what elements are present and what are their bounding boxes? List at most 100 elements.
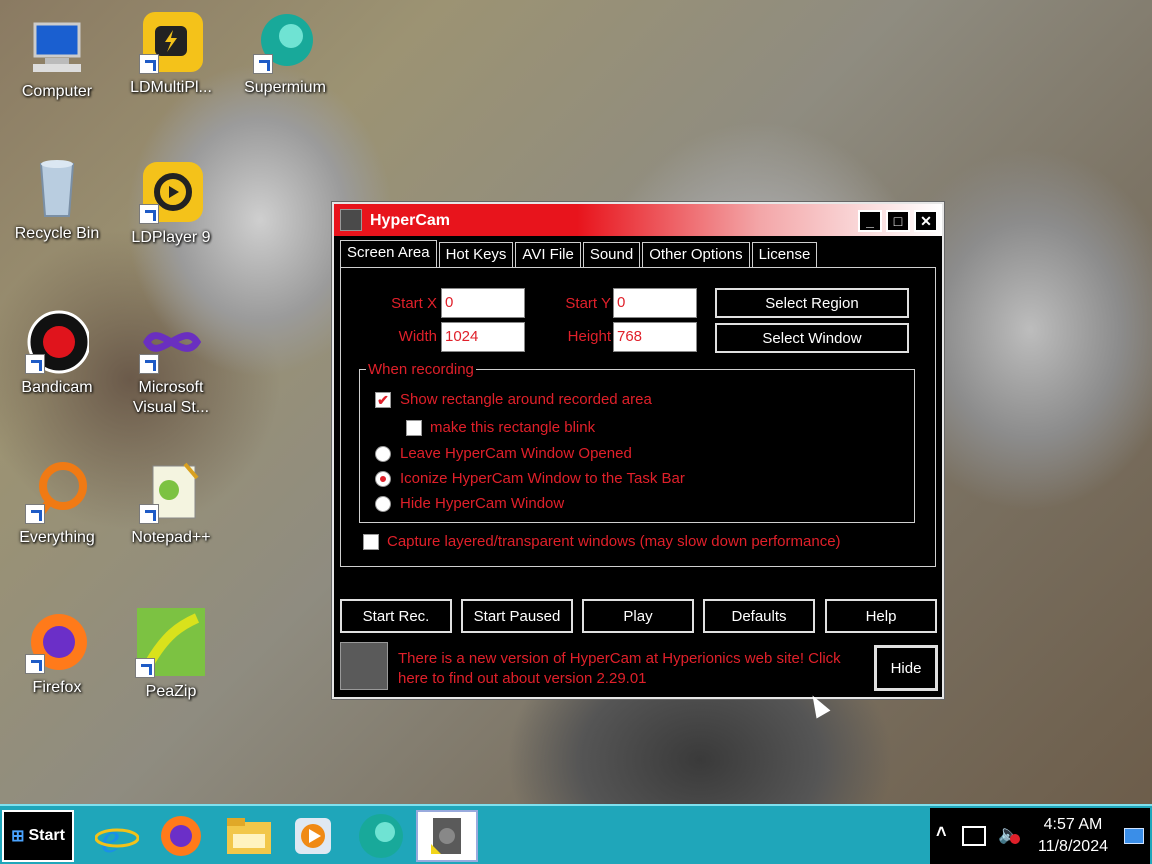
desktop-icon-label: Recycle Bin — [14, 225, 100, 242]
desktop-icon-visual-studio[interactable]: Microsoft Visual St... — [116, 310, 226, 418]
select-region-button[interactable]: Select Region — [715, 288, 909, 318]
hide-button[interactable]: Hide — [874, 645, 938, 691]
notepadpp-icon — [139, 460, 203, 524]
bandicam-icon — [25, 310, 91, 374]
width-input[interactable]: 1024 — [441, 322, 525, 352]
tab-sound[interactable]: Sound — [582, 242, 641, 268]
internet-explorer-icon[interactable]: e — [88, 810, 146, 862]
close-button[interactable]: ✕ — [914, 210, 938, 232]
capture-layered-label: Capture layered/transparent windows (may… — [387, 533, 841, 550]
mute-x-icon — [1010, 834, 1020, 844]
tab-hot-keys[interactable]: Hot Keys — [438, 242, 514, 268]
show-rectangle-label: Show rectangle around recorded area — [400, 391, 652, 408]
start-rec-button[interactable]: Start Rec. — [340, 599, 452, 633]
shortcut-arrow-icon — [139, 204, 159, 224]
defaults-button[interactable]: Defaults — [703, 599, 815, 633]
tab-screen-area[interactable]: Screen Area — [340, 240, 437, 268]
maximize-button[interactable]: □ — [886, 210, 910, 232]
shortcut-arrow-icon — [135, 658, 155, 678]
file-explorer-icon[interactable] — [220, 810, 278, 862]
desktop-icon-everything[interactable]: Everything — [2, 460, 112, 548]
recycle-bin-icon — [25, 156, 89, 220]
shortcut-arrow-icon — [139, 504, 159, 524]
shortcut-arrow-icon — [25, 654, 45, 674]
desktop-icon-label: PeaZip — [145, 683, 197, 700]
minimize-button[interactable]: _ — [858, 210, 882, 232]
desktop-icon-ldmultiplayer[interactable]: LDMultiPl... — [116, 10, 226, 98]
shortcut-arrow-icon — [25, 354, 45, 374]
desktop-icon-bandicam[interactable]: Bandicam — [2, 310, 112, 398]
update-notice-link[interactable]: There is a new version of HyperCam at Hy… — [398, 649, 870, 689]
start-label: Start — [28, 827, 65, 844]
show-desktop-button[interactable] — [1124, 828, 1144, 844]
tab-other-options[interactable]: Other Options — [642, 242, 750, 268]
visual-studio-icon — [139, 310, 203, 374]
start-paused-button[interactable]: Start Paused — [461, 599, 573, 633]
firefox-taskbar-icon[interactable] — [152, 810, 210, 862]
start-y-input[interactable]: 0 — [613, 288, 697, 318]
leave-open-radio[interactable] — [375, 446, 391, 462]
desktop-icon-firefox[interactable]: Firefox — [2, 610, 112, 698]
hypercam-taskbar-icon[interactable] — [416, 810, 478, 862]
start-x-label: Start X — [391, 295, 437, 312]
start-y-label: Start Y — [565, 295, 611, 312]
window-titlebar[interactable]: HyperCam _ □ ✕ — [334, 204, 942, 236]
desktop-icon-supermium[interactable]: Supermium — [230, 10, 340, 98]
height-label: Height — [567, 328, 611, 345]
peazip-icon — [135, 606, 207, 678]
desktop-icon-computer[interactable]: Computer — [2, 14, 112, 102]
shortcut-arrow-icon — [25, 504, 45, 524]
desktop-icon-recycle-bin[interactable]: Recycle Bin — [2, 156, 112, 244]
network-icon[interactable] — [962, 826, 986, 846]
window-title: HyperCam — [370, 212, 451, 229]
screen-area-panel: Start X 0 Start Y 0 Select Region Width … — [340, 267, 936, 567]
shortcut-arrow-icon — [253, 54, 273, 74]
ldplayer-icon — [139, 160, 203, 224]
supermium-taskbar-icon[interactable] — [352, 810, 410, 862]
help-button[interactable]: Help — [825, 599, 937, 633]
width-label: Width — [398, 328, 437, 345]
start-button[interactable]: ⊞ Start — [2, 810, 74, 862]
system-tray: ˄ 🔈 4:57 AM 11/8/2024 — [930, 808, 1150, 864]
tab-avi-file[interactable]: AVI File — [515, 242, 581, 268]
blink-rectangle-label: make this rectangle blink — [430, 419, 596, 436]
clock[interactable]: 4:57 AM 11/8/2024 — [1030, 814, 1116, 858]
tab-license[interactable]: License — [751, 242, 818, 268]
firefox-icon — [25, 610, 89, 674]
height-input[interactable]: 768 — [613, 322, 697, 352]
select-window-button[interactable]: Select Window — [715, 323, 909, 353]
when-recording-group: When recording ✔ Show rectangle around r… — [359, 361, 915, 523]
desktop-icon-label: Supermium — [244, 79, 326, 96]
start-x-input[interactable]: 0 — [441, 288, 525, 318]
tab-bar: Screen Area Hot Keys AVI File Sound Othe… — [340, 240, 819, 268]
hide-window-radio[interactable] — [375, 496, 391, 512]
desktop-icon-label: Computer — [21, 83, 93, 100]
windows-logo-icon: ⊞ — [11, 828, 25, 845]
iconize-label: Iconize HyperCam Window to the Task Bar — [400, 470, 685, 487]
show-rectangle-checkbox[interactable]: ✔ — [375, 392, 391, 408]
shortcut-arrow-icon — [139, 54, 159, 74]
desktop-icon-label: Bandicam — [21, 379, 93, 396]
volume-muted-icon[interactable]: 🔈 — [998, 824, 1020, 845]
desktop-icon-label: Everything — [19, 529, 95, 546]
hypercam-window: HyperCam _ □ ✕ Screen Area Hot Keys AVI … — [331, 201, 945, 700]
media-player-icon[interactable] — [284, 810, 342, 862]
desktop-icon-label: Firefox — [32, 679, 82, 696]
computer-icon — [25, 14, 89, 78]
capture-layered-checkbox[interactable] — [363, 534, 379, 550]
taskbar: ⊞ Start e ˄ 🔈 4:57 AM 11/8/2024 — [0, 804, 1152, 864]
desktop-icon-label: LDMultiPl... — [130, 79, 212, 96]
svg-text:e: e — [101, 816, 120, 858]
blink-rectangle-checkbox[interactable] — [406, 420, 422, 436]
clock-date: 11/8/2024 — [1038, 838, 1108, 855]
desktop-icon-peazip[interactable]: PeaZip — [116, 606, 226, 702]
desktop-icon-label: Notepad++ — [131, 529, 211, 546]
iconize-radio[interactable] — [375, 471, 391, 487]
hypercam-app-icon — [340, 209, 362, 231]
show-hidden-icons-button[interactable]: ˄ — [936, 822, 947, 843]
ldmultiplayer-icon — [139, 10, 203, 74]
clock-time: 4:57 AM — [1043, 816, 1103, 833]
desktop-icon-notepadpp[interactable]: Notepad++ — [116, 460, 226, 548]
play-button[interactable]: Play — [582, 599, 694, 633]
desktop-icon-ldplayer[interactable]: LDPlayer 9 — [116, 160, 226, 248]
